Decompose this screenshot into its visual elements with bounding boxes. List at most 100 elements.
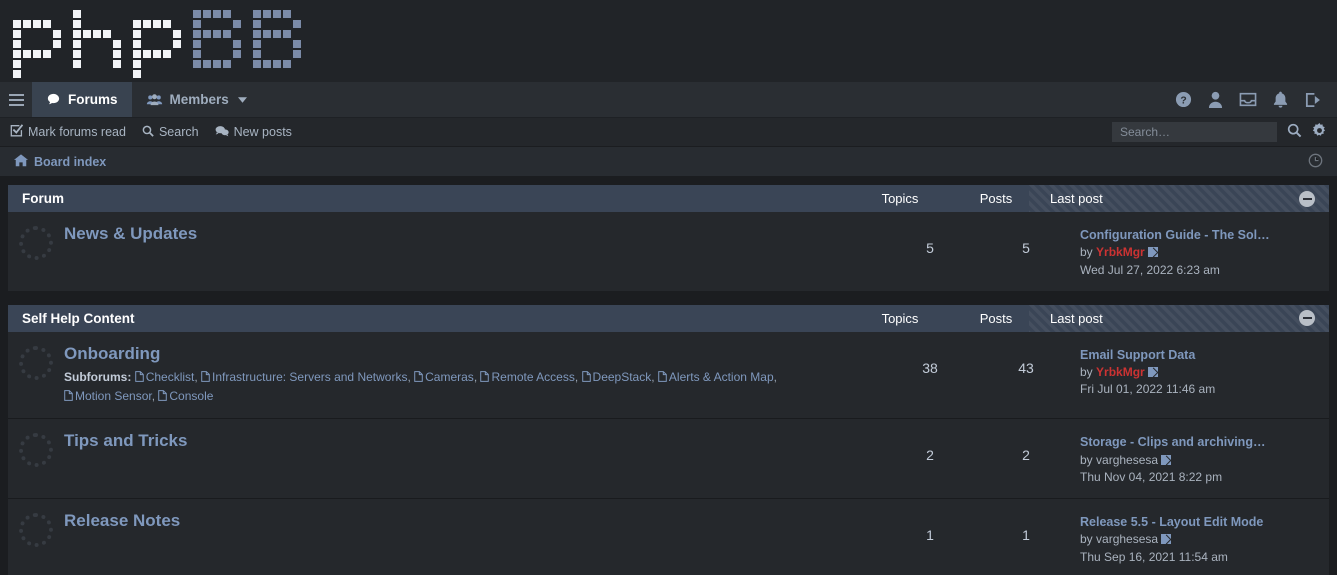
subforum-link[interactable]: Remote Access: [480, 369, 575, 387]
forum-topics-count: 38: [922, 359, 938, 376]
magnifier-icon[interactable]: [1287, 123, 1302, 141]
tab-forums[interactable]: Forums: [32, 82, 132, 117]
logout-icon[interactable]: [1304, 92, 1321, 108]
document-icon: [480, 369, 490, 387]
column-header-topics: Topics: [881, 310, 919, 326]
subforum-link[interactable]: Checklist: [134, 369, 194, 387]
hamburger-icon[interactable]: [0, 82, 32, 117]
last-post-author-link[interactable]: YrbkMgr: [1096, 245, 1145, 259]
forum-row: News & Updates 5 5 Configuration Guide - Th…: [8, 212, 1329, 291]
forum-title-link[interactable]: Onboarding: [64, 344, 160, 363]
last-post-title-link[interactable]: Storage - Clips and archiving…: [1080, 433, 1319, 451]
breadcrumb: Board index: [0, 147, 1337, 177]
forum-last-post: Release 5.5 - Layout Edit Mode by varghes…: [1074, 511, 1329, 566]
search-link-label: Search: [158, 125, 199, 139]
forum-title-link[interactable]: News & Updates: [64, 224, 197, 243]
document-icon: [414, 369, 423, 387]
subforums-label: Subforums:: [64, 370, 132, 385]
new-posts-label: New posts: [233, 125, 292, 139]
inbox-icon[interactable]: [1239, 92, 1257, 107]
column-header-posts: Posts: [979, 310, 1013, 326]
subforum-link[interactable]: Infrastructure: Servers and Networks: [201, 370, 407, 384]
subforum-link[interactable]: Console: [158, 389, 213, 403]
column-header-lastpost: Last post: [1050, 310, 1103, 326]
minus-circle-icon[interactable]: [1299, 190, 1315, 207]
tab-members-label: Members: [169, 92, 229, 107]
last-post-date: Thu Sep 16, 2021 11:54 am: [1080, 549, 1228, 564]
goto-post-icon[interactable]: [1161, 534, 1172, 545]
forum-row: Onboarding Subforums: Checklist, Infrastr…: [8, 332, 1329, 420]
document-icon: [201, 369, 210, 387]
last-post-by-label: by: [1080, 365, 1093, 380]
search-link[interactable]: Search: [142, 125, 199, 140]
bell-icon[interactable]: [1273, 91, 1288, 108]
main-navbar: Forums Members ?: [0, 82, 1337, 118]
section-title: Forum: [22, 191, 64, 206]
goto-post-icon[interactable]: [1147, 367, 1158, 378]
forum-posts-count: 1: [1022, 527, 1030, 544]
section-header: Forum Topics Posts Last post: [8, 185, 1329, 212]
last-post-author-link[interactable]: YrbkMgr: [1096, 365, 1145, 379]
goto-post-icon[interactable]: [1147, 247, 1158, 258]
breadcrumb-board-index[interactable]: Board index: [14, 153, 107, 170]
subforum-list: Subforums: Checklist, Infrastructure: Se…: [64, 368, 868, 406]
forum-title-link[interactable]: Release Notes: [64, 511, 180, 530]
navbar-icon-group: ?: [1175, 82, 1337, 117]
last-post-title-link[interactable]: Configuration Guide - The Sol…: [1080, 226, 1319, 244]
subforum-link[interactable]: Cameras: [414, 370, 474, 384]
forum-title-link[interactable]: Tips and Tricks: [64, 431, 187, 450]
forum-info: News & Updates: [64, 224, 882, 244]
gear-icon[interactable]: [1312, 123, 1327, 141]
forum-info: Onboarding Subforums: Checklist, Infrastr…: [64, 344, 882, 407]
document-icon: [134, 369, 144, 387]
last-post-by-label: by: [1080, 452, 1093, 467]
subforum-link[interactable]: Motion Sensor: [64, 389, 152, 403]
section-body: Onboarding Subforums: Checklist, Infrastr…: [8, 331, 1329, 575]
last-post-date: Fri Jul 01, 2022 11:46 am: [1080, 382, 1216, 397]
forum-info: Tips and Tricks: [64, 431, 882, 451]
subforum-link[interactable]: DeepStack: [581, 369, 651, 387]
forum-posts-count: 5: [1022, 240, 1030, 256]
forum-topics-count: 2: [926, 447, 934, 464]
column-header-lastpost: Last post: [1050, 191, 1103, 206]
column-header-posts: Posts: [979, 191, 1013, 206]
forum-list: Forum Topics Posts Last post News & Updates 5…: [0, 177, 1337, 575]
clock-icon[interactable]: [1308, 153, 1323, 171]
comments-icon: [215, 125, 229, 140]
home-icon: [14, 153, 28, 170]
forum-posts-count: 2: [1022, 447, 1030, 464]
search-input[interactable]: [1112, 122, 1277, 142]
forum-topics-count: 1: [926, 527, 934, 544]
forum-info: Release Notes: [64, 511, 882, 531]
document-icon: [64, 388, 73, 406]
last-post-date: Thu Nov 04, 2021 8:22 pm: [1080, 469, 1223, 484]
new-posts-link[interactable]: New posts: [215, 125, 292, 140]
forum-ring-icon: [8, 511, 64, 548]
last-post-author-link[interactable]: varghesesa: [1096, 532, 1158, 546]
document-icon: [581, 369, 591, 387]
forum-ring-icon: [8, 224, 64, 260]
breadcrumb-label: Board index: [34, 154, 107, 169]
mark-forums-read-link[interactable]: Mark forums read: [10, 124, 126, 140]
chat-bubble-icon: [46, 92, 61, 107]
last-post-by-label: by: [1080, 245, 1093, 260]
minus-circle-icon[interactable]: [1299, 310, 1315, 327]
goto-post-icon[interactable]: [1161, 454, 1172, 465]
tab-members[interactable]: Members: [132, 82, 261, 117]
help-icon[interactable]: ?: [1175, 91, 1192, 108]
tab-forums-label: Forums: [68, 92, 118, 107]
forum-posts-count: 43: [1018, 359, 1034, 376]
forum-last-post: Email Support Data by YrbkMgr Fri Jul 01, …: [1074, 344, 1329, 399]
user-icon[interactable]: [1208, 91, 1223, 108]
check-square-icon: [10, 124, 24, 140]
mark-forums-read-label: Mark forums read: [28, 125, 126, 139]
forum-topics-count: 5: [926, 240, 934, 256]
last-post-by-label: by: [1080, 532, 1093, 547]
search-area: [1112, 122, 1327, 142]
svg-text:?: ?: [1180, 96, 1186, 107]
last-post-author-link[interactable]: varghesesa: [1096, 453, 1158, 467]
last-post-title-link[interactable]: Email Support Data: [1080, 346, 1319, 364]
forum-section: Forum Topics Posts Last post News & Updates 5…: [8, 185, 1329, 291]
last-post-title-link[interactable]: Release 5.5 - Layout Edit Mode: [1080, 513, 1319, 531]
subforum-link[interactable]: Alerts & Action Map: [658, 370, 774, 384]
